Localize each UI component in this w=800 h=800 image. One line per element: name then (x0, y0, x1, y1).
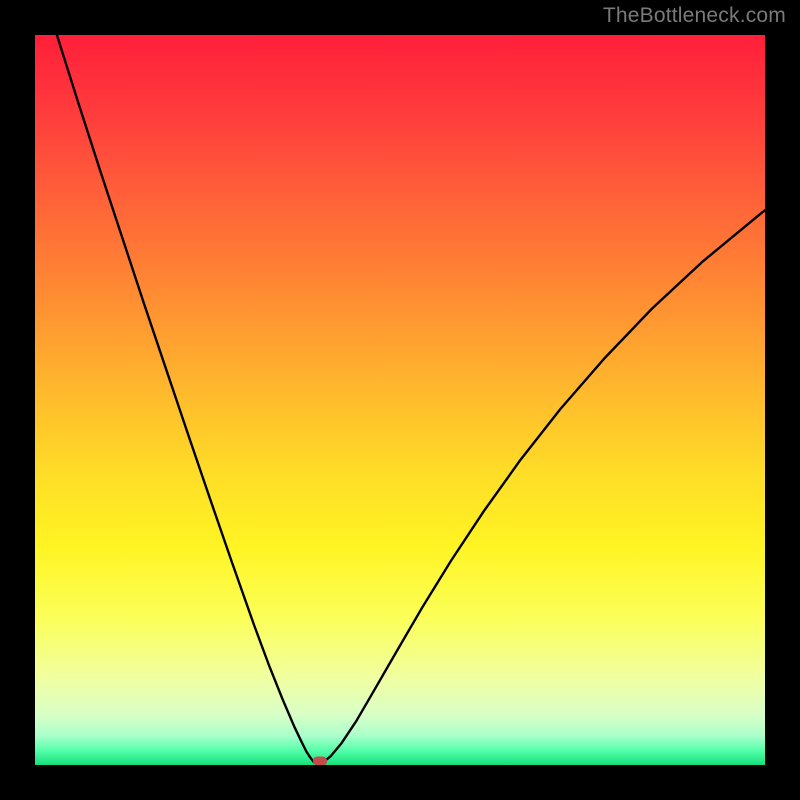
plot-area (35, 35, 765, 765)
watermark-text: TheBottleneck.com (603, 4, 786, 28)
bottleneck-curve (35, 35, 765, 765)
optimum-marker (313, 757, 327, 765)
chart-frame: TheBottleneck.com (0, 0, 800, 800)
